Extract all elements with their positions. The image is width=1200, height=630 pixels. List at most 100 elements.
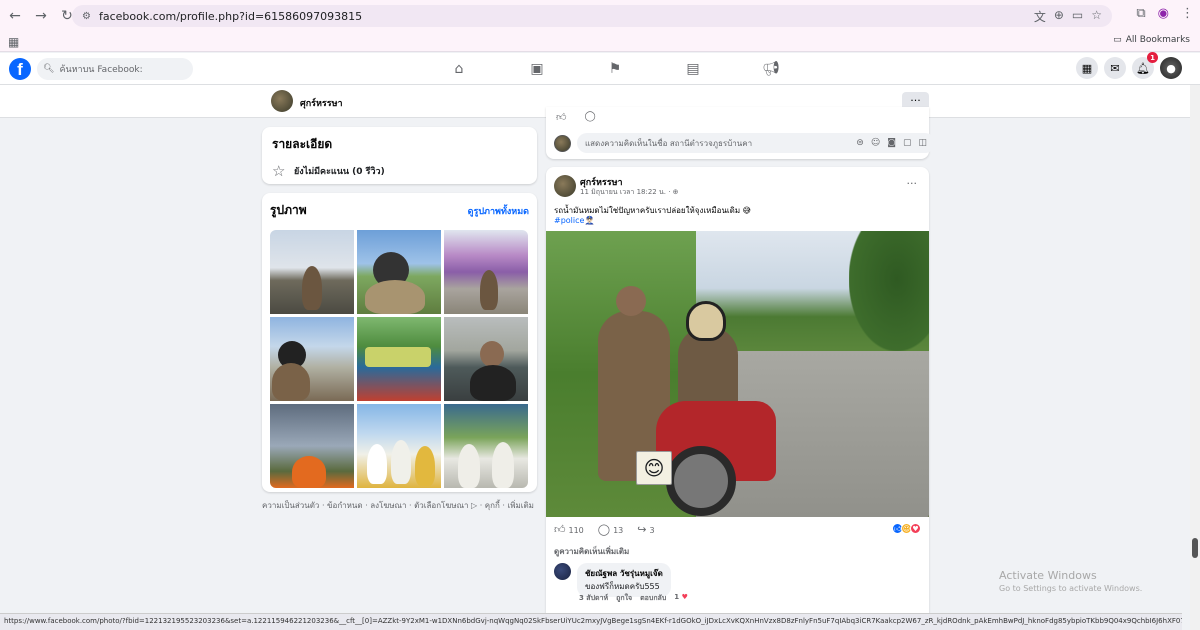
love-reaction-icon: ♥ — [910, 523, 921, 534]
scrollbar-thumb[interactable] — [1192, 538, 1198, 558]
star-icon: ☆ — [272, 162, 286, 180]
video-icon[interactable]: ▣ — [498, 53, 576, 85]
zoom-icon[interactable]: ⊕ — [1054, 8, 1064, 25]
see-all-photos-link[interactable]: ดูรูปภาพทั้งหมด — [468, 204, 529, 218]
view-more-comments[interactable]: ดูความคิดเห็นเพิ่มเติม — [554, 545, 629, 558]
comment-text: ของฟรีก็หมดครับ555 — [585, 582, 660, 591]
facebook-logo[interactable]: f — [9, 58, 31, 80]
comment-reply-button[interactable]: ตอบกลับ — [640, 593, 666, 604]
like-icon[interactable]: 👍︎ — [556, 111, 566, 123]
comment-reaction-count: 1 ♥ — [674, 593, 688, 601]
reaction-summary[interactable]: 👍︎ ☺ ♥ — [892, 523, 921, 534]
notifications-bell-icon[interactable]: 🔔︎ 1 — [1132, 52, 1158, 79]
site-info-icon[interactable]: ⚙ — [82, 11, 91, 22]
commenter-name[interactable]: ชัยณัฐพล วัชรุ่นหมูเจ๊ด — [585, 567, 663, 580]
search-icon: 🔍︎ — [43, 64, 55, 74]
back-icon[interactable]: ← — [4, 5, 26, 27]
camera-icon[interactable]: ◙ — [887, 138, 896, 148]
activation-title: Activate Windows — [999, 569, 1097, 582]
comment-icon: ◯ — [597, 523, 611, 536]
page-scrollbar[interactable] — [1190, 85, 1200, 630]
messenger-icon[interactable]: ✉ — [1104, 57, 1126, 79]
commenter-avatar[interactable] — [554, 563, 571, 580]
comment-placeholder: แสดงความคิดเห็นในชื่อ สถานีตำรวจภูธรบ้าน… — [585, 138, 753, 148]
bookmark-star-icon[interactable]: ☆ — [1091, 8, 1102, 25]
photo-thumbnail[interactable] — [357, 317, 441, 401]
photos-title: รูปภาพ — [270, 203, 307, 217]
post-more-button[interactable]: ··· — [907, 177, 918, 190]
comment-count: 13 — [613, 526, 624, 535]
comment-bubble: ชัยณัฐพล วัชรุ่นหมูเจ๊ด ของฟรีก็หมดครับ5… — [577, 563, 671, 597]
photo-thumbnail[interactable] — [357, 230, 441, 314]
folder-icon: ▭ — [1113, 35, 1122, 45]
photos-card: รูปภาพ ดูรูปภาพทั้งหมด — [262, 193, 537, 492]
gif-icon[interactable]: ▢ — [903, 138, 912, 148]
details-title: รายละเอียด — [272, 137, 333, 151]
share-action[interactable]: ↪ 3 — [637, 523, 654, 536]
photo-thumbnail[interactable] — [444, 230, 528, 314]
comment-input[interactable]: แสดงความคิดเห็นในชื่อ สถานีตำรวจภูธรบ้าน… — [577, 133, 935, 153]
comment-action[interactable]: ◯ 13 — [598, 523, 624, 536]
footer-links[interactable]: ความเป็นส่วนตัว · ข้อกำหนด · ลงโฆษณา · ต… — [262, 499, 534, 512]
post-timestamp[interactable]: 11 มิถุนายน เวลา 18:22 น. · ⊕ — [580, 187, 679, 198]
photo-grid — [270, 230, 528, 488]
photo-thumbnail[interactable] — [444, 317, 528, 401]
cast-icon[interactable]: ▭ — [1072, 8, 1083, 25]
marketplace-icon[interactable]: ▤ — [654, 53, 732, 85]
rating-text: ยังไม่มีคะแนน (0 รีวิว) — [294, 167, 385, 177]
extensions-icon[interactable]: ⧉ — [1136, 6, 1145, 21]
search-placeholder: ค้นหาบน Facebook: — [59, 65, 143, 75]
windows-activation-watermark: Activate Windows Go to Settings to activ… — [999, 569, 1142, 593]
link-status-bar: https://www.facebook.com/photo/?fbid=122… — [0, 613, 1182, 630]
profile-icon[interactable]: ◉ — [1158, 6, 1169, 21]
trees-shape — [849, 231, 929, 351]
blushing-emoji-icon: 😊 — [636, 451, 672, 485]
share-count: 3 — [649, 526, 655, 535]
forward-icon[interactable]: → — [30, 5, 52, 27]
sticker-icon[interactable]: ◫ — [918, 138, 927, 148]
translate-icon[interactable]: 文 — [1034, 8, 1046, 25]
details-card: รายละเอียด ☆ ยังไม่มีคะแนน (0 รีวิว) — [262, 127, 537, 184]
commenter-page-avatar — [554, 134, 571, 152]
photo-thumbnail[interactable] — [270, 404, 354, 488]
profile-name[interactable]: ศุกร์หรรษา — [300, 96, 343, 110]
photo-thumbnail[interactable] — [357, 404, 441, 488]
menu-icon[interactable]: ⋮ — [1181, 6, 1194, 21]
home-icon[interactable]: ⌂ — [420, 53, 498, 85]
share-icon: ↪ — [637, 523, 647, 536]
browser-toolbar: ← → ↻ ⚙ facebook.com/profile.php?id=6158… — [0, 0, 1200, 32]
post-card: ศุกร์หรรษา 11 มิถุนายน เวลา 18:22 น. · ⊕… — [546, 167, 929, 630]
all-bookmarks[interactable]: ▭ All Bookmarks — [1113, 35, 1190, 45]
like-count: 110 — [568, 526, 584, 535]
activation-subtitle: Go to Settings to activate Windows. — [999, 584, 1143, 593]
facebook-header: f 🔍︎ ค้นหาบน Facebook: ⌂ ▣ ⚑ ▤ 📢︎ ▦ ✉ 🔔︎… — [0, 52, 1200, 85]
pages-flag-icon[interactable]: ⚑ — [576, 53, 654, 85]
photo-thumbnail[interactable] — [444, 404, 528, 488]
post-hashtag[interactable]: #police👮🏻‍♂️ — [554, 216, 594, 225]
helmet-shape — [686, 301, 726, 341]
post-photo[interactable]: 😊 — [546, 231, 929, 517]
comment-icon[interactable]: ◯ — [584, 111, 595, 123]
ads-megaphone-icon[interactable]: 📢︎ — [732, 53, 810, 85]
wheel-shape — [666, 446, 736, 516]
apps-grid-icon[interactable]: ▦ — [8, 35, 19, 49]
comment-like-button[interactable]: ถูกใจ — [616, 593, 632, 604]
previous-post-fragment: 👍︎ ◯ แสดงความคิดเห็นในชื่อ สถานีตำรวจภูธ… — [546, 107, 935, 159]
comment-time[interactable]: 3 สัปดาห์ — [579, 593, 608, 604]
like-icon: 👍︎ — [554, 523, 566, 536]
search-input[interactable]: 🔍︎ ค้นหาบน Facebook: — [37, 58, 193, 80]
main-nav: ⌂ ▣ ⚑ ▤ 📢︎ — [420, 53, 810, 85]
photo-thumbnail[interactable] — [270, 317, 354, 401]
profile-avatar[interactable] — [271, 90, 293, 112]
menu-grid-icon[interactable]: ▦ — [1076, 57, 1098, 79]
avatar-sticker-icon[interactable]: ⊜ — [856, 138, 864, 148]
address-url: facebook.com/profile.php?id=615860970938… — [98, 9, 363, 23]
address-bar[interactable]: ⚙ facebook.com/profile.php?id=6158609709… — [72, 5, 1112, 27]
emoji-icon[interactable]: ☺ — [871, 138, 880, 148]
like-action[interactable]: 👍︎ 110 — [554, 523, 584, 536]
photo-thumbnail[interactable] — [270, 230, 354, 314]
officer-head — [616, 286, 646, 316]
all-bookmarks-label: All Bookmarks — [1125, 35, 1190, 45]
post-author-avatar[interactable] — [554, 175, 576, 197]
account-avatar[interactable]: ● — [1160, 57, 1182, 79]
